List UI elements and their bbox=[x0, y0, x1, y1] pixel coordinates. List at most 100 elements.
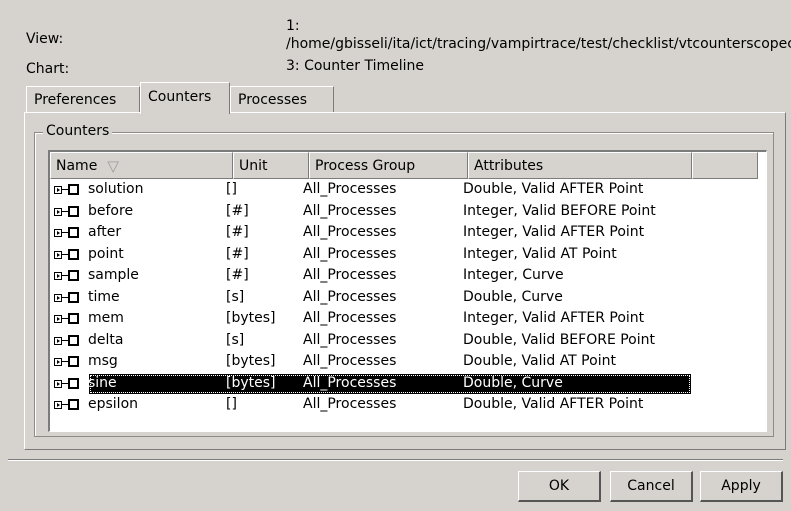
expand-arrow-icon[interactable] bbox=[54, 315, 62, 323]
expand-arrow-icon[interactable] bbox=[54, 207, 62, 216]
counter-name: mem bbox=[88, 310, 124, 326]
counter-name: sine bbox=[88, 374, 117, 391]
counter-process-group: All_Processes bbox=[303, 374, 397, 391]
counter-process-group: All_Processes bbox=[303, 288, 397, 305]
counter-process-group: All_Processes bbox=[303, 245, 397, 262]
table-row[interactable]: msg [bytes] All_Processes Double, Valid AT … bbox=[50, 351, 766, 373]
counter-checkbox[interactable] bbox=[68, 227, 79, 238]
counters-list[interactable]: Name ▽ Unit Process Group Attributes sol… bbox=[48, 150, 767, 432]
counter-attributes: Double, Valid AT Point bbox=[463, 353, 616, 369]
counter-unit: [bytes] bbox=[226, 374, 276, 391]
list-header: Name ▽ Unit Process Group Attributes bbox=[50, 152, 766, 179]
counter-attributes: Double, Valid AFTER Point bbox=[463, 181, 644, 197]
column-header-name[interactable]: Name ▽ bbox=[50, 152, 233, 179]
expand-arrow-icon[interactable] bbox=[54, 186, 62, 194]
tab-counters[interactable]: Counters bbox=[140, 82, 230, 114]
counter-process-group: All_Processes bbox=[303, 181, 397, 197]
counter-process-group: All_Processes bbox=[303, 310, 397, 326]
tab-processes[interactable]: Processes bbox=[230, 86, 334, 112]
counter-attributes: Integer, Valid AFTER Point bbox=[463, 224, 645, 240]
counter-unit: [#] bbox=[226, 202, 249, 219]
counter-name: before bbox=[88, 202, 134, 219]
group-title: Counters bbox=[43, 123, 113, 139]
counter-unit: [#] bbox=[226, 245, 249, 262]
column-header-unit[interactable]: Unit bbox=[233, 152, 309, 179]
table-row[interactable]: time [s] All_Processes Double, Curve bbox=[50, 287, 766, 309]
counter-attributes: Integer, Valid BEFORE Point bbox=[463, 202, 656, 219]
counters-group: Counters Name ▽ Unit Process Group Attri… bbox=[34, 123, 774, 437]
counter-attributes: Double, Valid AFTER Point bbox=[463, 396, 644, 412]
expand-arrow-icon[interactable] bbox=[54, 229, 62, 237]
view-label: View: bbox=[26, 31, 64, 47]
expand-arrow-icon[interactable] bbox=[54, 250, 62, 259]
counter-checkbox[interactable] bbox=[68, 356, 79, 367]
column-header-attributes[interactable]: Attributes bbox=[468, 152, 692, 179]
counter-name: after bbox=[88, 224, 122, 240]
counter-name: msg bbox=[88, 353, 118, 369]
column-header-extra[interactable] bbox=[692, 152, 758, 179]
expand-arrow-icon[interactable] bbox=[54, 293, 62, 302]
table-row[interactable]: epsilon [] All_Processes Double, Valid AFTE… bbox=[50, 394, 766, 416]
counter-unit: [s] bbox=[226, 288, 245, 305]
ok-button[interactable]: OK bbox=[518, 471, 601, 502]
counter-attributes: Integer, Valid AT Point bbox=[463, 245, 617, 262]
expand-arrow-icon[interactable] bbox=[54, 379, 62, 388]
counter-checkbox[interactable] bbox=[68, 313, 79, 324]
table-row[interactable]: sample [#] All_Processes Integer, Curve bbox=[50, 265, 766, 287]
view-path: 1: /home/gbisseli/ita/ict/tracing/vampir… bbox=[286, 18, 791, 52]
table-row[interactable]: delta [s] All_Processes Double, Valid BEFOR… bbox=[50, 330, 766, 352]
counter-attributes: Integer, Curve bbox=[463, 267, 564, 283]
counter-name: delta bbox=[88, 331, 124, 348]
table-row[interactable]: after [#] All_Processes Integer, Valid AFTE… bbox=[50, 222, 766, 244]
counter-unit: [] bbox=[226, 181, 237, 197]
counter-name: epsilon bbox=[88, 396, 139, 412]
counter-checkbox[interactable] bbox=[68, 205, 79, 217]
expand-arrow-icon[interactable] bbox=[54, 272, 62, 280]
chart-label: Chart: bbox=[26, 61, 70, 77]
divider bbox=[8, 459, 783, 461]
tab-preferences[interactable]: Preferences bbox=[26, 86, 140, 112]
counter-name: sample bbox=[88, 267, 139, 283]
table-row[interactable]: solution [] All_Processes Double, Valid AFT… bbox=[50, 179, 766, 201]
counter-name: time bbox=[88, 288, 120, 305]
counter-unit: [] bbox=[226, 396, 237, 412]
counter-process-group: All_Processes bbox=[303, 202, 397, 219]
expand-arrow-icon[interactable] bbox=[54, 358, 62, 366]
expand-arrow-icon[interactable] bbox=[54, 336, 62, 345]
counter-attributes: Double, Curve bbox=[463, 288, 563, 305]
expand-arrow-icon[interactable] bbox=[54, 401, 62, 409]
counters-tab-panel: Counters Name ▽ Unit Process Group Attri… bbox=[24, 112, 786, 450]
counter-checkbox[interactable] bbox=[68, 184, 79, 195]
counter-process-group: All_Processes bbox=[303, 396, 397, 412]
cancel-button[interactable]: Cancel bbox=[610, 471, 693, 502]
counter-attributes: Double, Valid BEFORE Point bbox=[463, 331, 656, 348]
counter-process-group: All_Processes bbox=[303, 331, 397, 348]
counter-checkbox[interactable] bbox=[68, 377, 79, 389]
counter-checkbox[interactable] bbox=[68, 248, 79, 260]
counter-process-group: All_Processes bbox=[303, 353, 397, 369]
counter-checkbox[interactable] bbox=[68, 270, 79, 281]
table-row[interactable]: before [#] All_Processes Integer, Valid BEF… bbox=[50, 201, 766, 223]
counter-attributes: Integer, Valid AFTER Point bbox=[463, 310, 645, 326]
counter-unit: [#] bbox=[226, 267, 249, 283]
list-rows: solution [] All_Processes Double, Valid AFT… bbox=[50, 179, 766, 416]
counter-checkbox[interactable] bbox=[68, 399, 79, 410]
counter-unit: [s] bbox=[226, 331, 245, 348]
counter-attributes: Double, Curve bbox=[463, 374, 563, 391]
apply-button[interactable]: Apply bbox=[700, 471, 783, 502]
counter-unit: [#] bbox=[226, 224, 249, 240]
counter-unit: [bytes] bbox=[226, 310, 276, 326]
table-row[interactable]: point [#] All_Processes Integer, Valid AT P… bbox=[50, 244, 766, 266]
table-row[interactable]: sine [bytes] All_Processes Double, Curve bbox=[50, 373, 766, 395]
counter-unit: [bytes] bbox=[226, 353, 276, 369]
counter-checkbox[interactable] bbox=[68, 291, 79, 303]
table-row[interactable]: mem [bytes] All_Processes Integer, Valid AF… bbox=[50, 308, 766, 330]
column-header-label: Name bbox=[56, 157, 98, 174]
counter-process-group: All_Processes bbox=[303, 267, 397, 283]
counter-checkbox[interactable] bbox=[68, 334, 79, 346]
counter-name: point bbox=[88, 245, 124, 262]
counter-process-group: All_Processes bbox=[303, 224, 397, 240]
column-header-process-group[interactable]: Process Group bbox=[309, 152, 468, 179]
sort-descending-icon: ▽ bbox=[107, 156, 119, 175]
chart-name: 3: Counter Timeline bbox=[286, 58, 424, 74]
